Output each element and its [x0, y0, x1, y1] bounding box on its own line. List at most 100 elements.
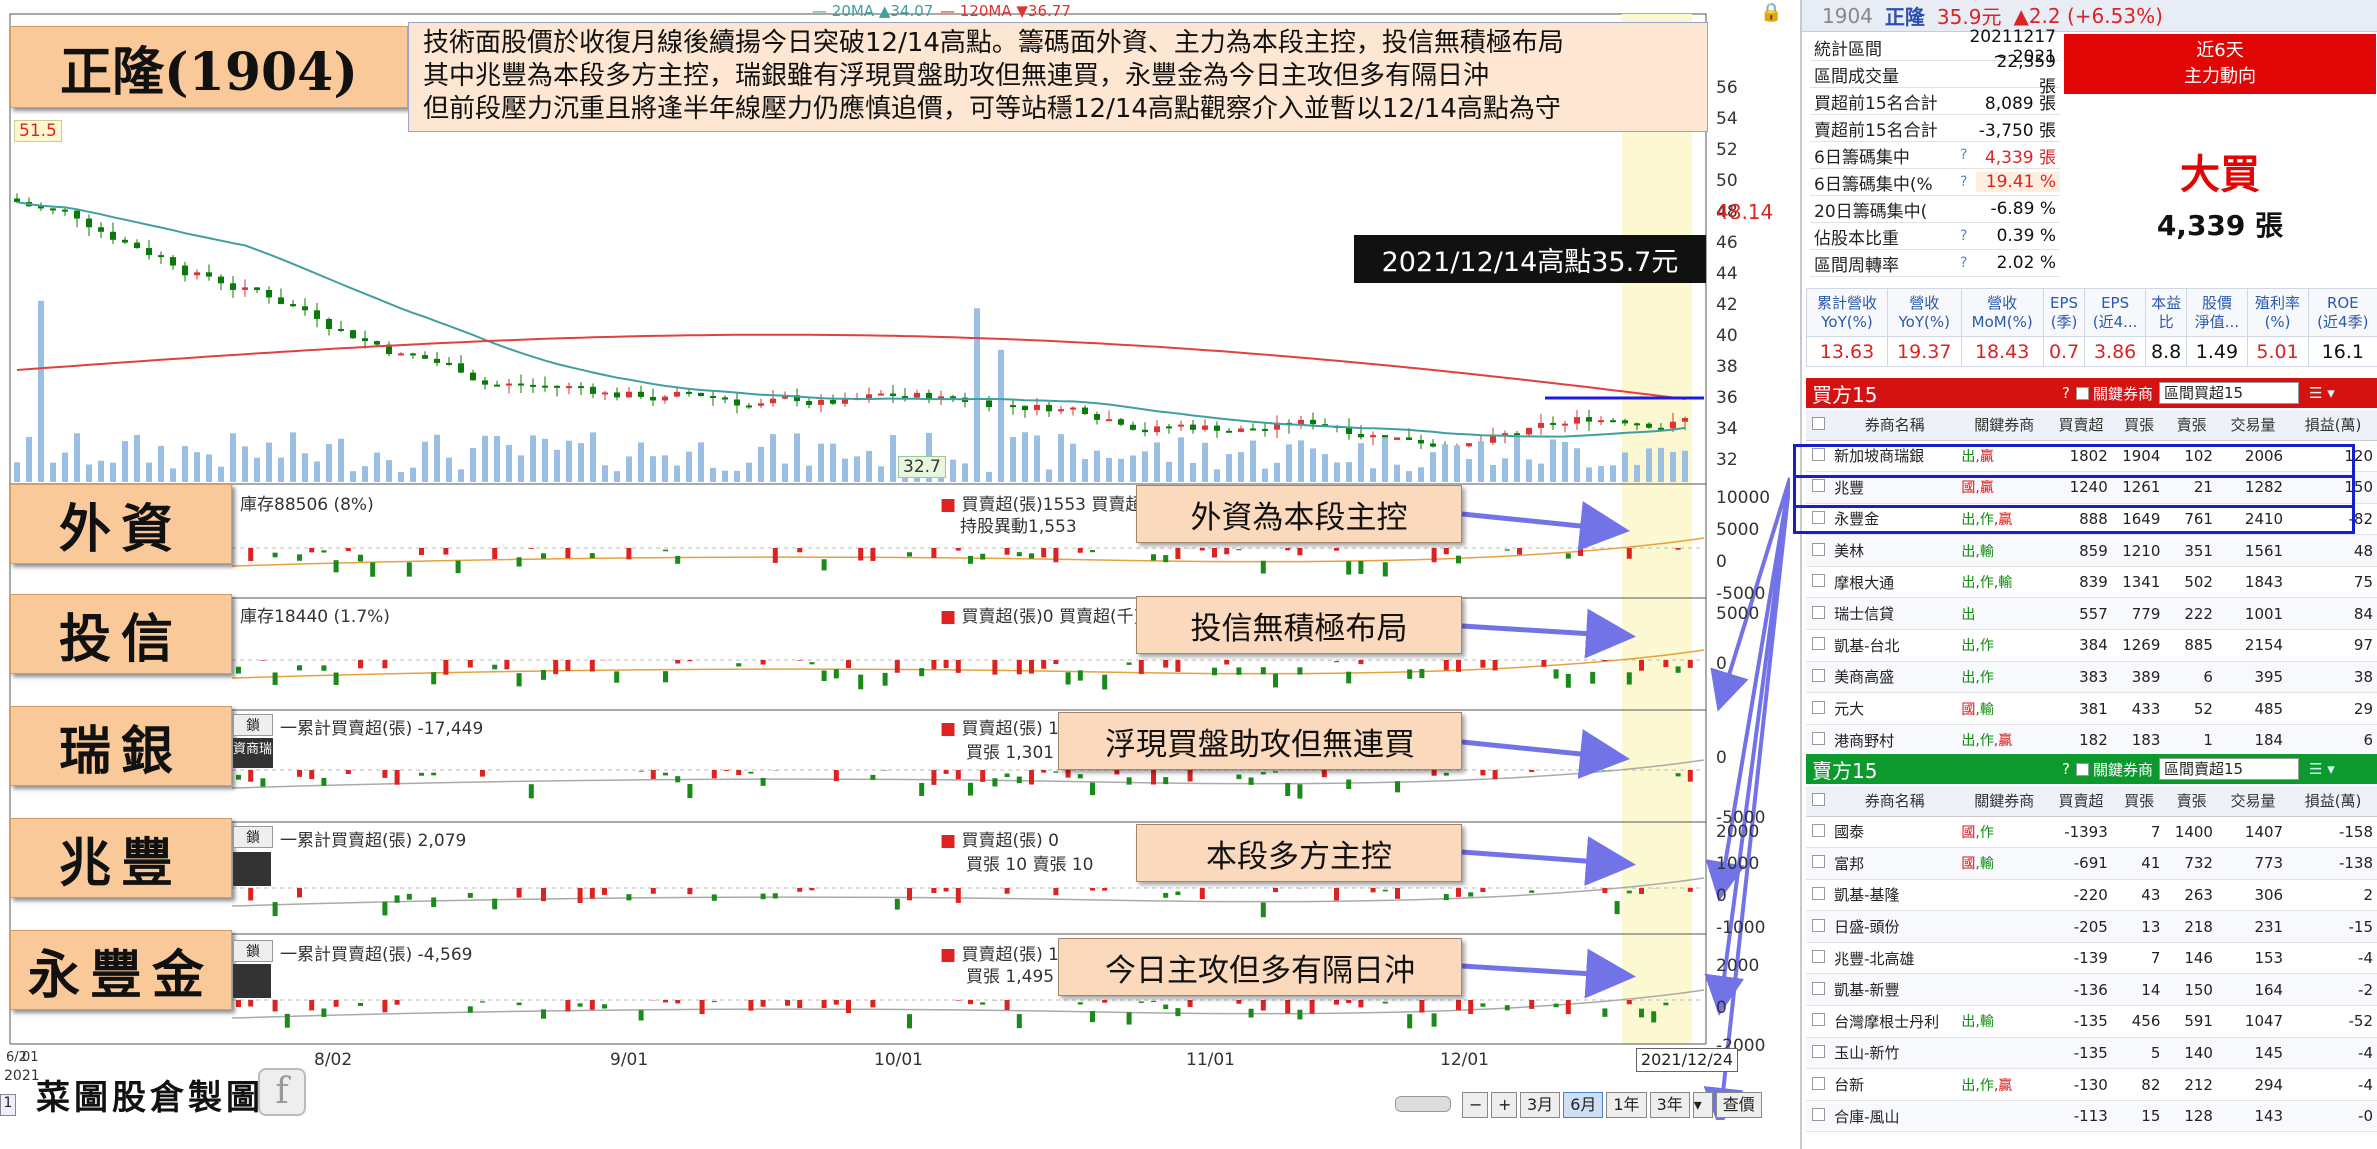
select-all-checkbox[interactable]: [1806, 786, 1831, 817]
buy-range-select[interactable]: 區間買超15: [2158, 382, 2299, 404]
broker-name[interactable]: 摩根大通: [1830, 566, 1960, 599]
broker-name[interactable]: 凱基-新豐: [1830, 973, 1960, 1007]
broker-name[interactable]: 凱基-基隆: [1830, 879, 1960, 912]
row-checkbox[interactable]: [1806, 629, 1831, 662]
lock-toggle-button[interactable]: 鎖: [233, 826, 273, 848]
help-icon[interactable]: ?: [1960, 174, 1976, 190]
broker-row[interactable]: 富邦 國,輸 -691 41 732 773 -138: [1806, 847, 2377, 880]
broker-row[interactable]: 玉山-新竹 -135 5 140 145 -4: [1806, 1037, 2377, 1070]
broker-name[interactable]: 元大: [1830, 692, 1960, 725]
broker-row[interactable]: 元大 國,輸 381 433 52 485 29: [1806, 692, 2377, 725]
flow-bar: [1041, 548, 1047, 558]
broker-row[interactable]: 凱基-台北 出,作 384 1269 885 2154 97: [1806, 629, 2377, 662]
list-icon[interactable]: ☰ ▾: [2309, 384, 2335, 402]
broker-name[interactable]: 合庫-風山: [1830, 1100, 1960, 1133]
row-checkbox[interactable]: [1806, 534, 1831, 567]
column-header[interactable]: 券商名稱: [1830, 410, 1960, 441]
list-icon[interactable]: ☰ ▾: [2309, 760, 2335, 778]
row-checkbox[interactable]: [1806, 973, 1831, 1007]
row-checkbox[interactable]: [1806, 910, 1831, 943]
flow-bar: [1431, 770, 1437, 776]
chart-area[interactable]: 🔒 — 20MA ▲34.07 — 120MA ▼36.77 56 54 52 50 4…: [0, 0, 1790, 1149]
lock-toggle-button[interactable]: 鎖: [233, 940, 273, 962]
page-indicator[interactable]: 1: [0, 1094, 16, 1116]
broker-number: 779: [2112, 597, 2166, 631]
row-checkbox[interactable]: [1806, 1005, 1831, 1038]
column-header[interactable]: 交易量: [2217, 786, 2289, 817]
broker-row[interactable]: 合庫-風山 -113 15 128 143 -0: [1806, 1100, 2377, 1133]
column-header[interactable]: 買張: [2112, 786, 2166, 817]
column-header[interactable]: 交易量: [2217, 410, 2289, 441]
broker-name[interactable]: 台新: [1830, 1068, 1960, 1101]
period-3y-button[interactable]: 3年: [1649, 1092, 1690, 1118]
stock-name[interactable]: 正隆: [1885, 1, 1925, 30]
row-checkbox[interactable]: [1806, 1037, 1831, 1070]
broker-name[interactable]: 日盛-頭份: [1830, 910, 1960, 943]
broker-row[interactable]: 瑞士信貸出 557 779 222 1001 84: [1806, 597, 2377, 631]
column-header[interactable]: 損益(萬): [2288, 410, 2377, 441]
row-checkbox[interactable]: [1806, 566, 1831, 599]
candle-body: [746, 405, 752, 408]
select-all-checkbox[interactable]: [1806, 410, 1831, 441]
broker-row[interactable]: 港商野村 出,作,贏 182 183 1 184 6: [1806, 724, 2377, 757]
broker-row[interactable]: 日盛-頭份 -205 13 218 231 -15: [1806, 910, 2377, 943]
help-icon[interactable]: ?: [1960, 147, 1976, 163]
row-checkbox[interactable]: [1806, 879, 1831, 912]
broker-name[interactable]: 美林: [1830, 534, 1960, 567]
lock-icon[interactable]: 🔒: [1760, 2, 1782, 23]
broker-row[interactable]: 美林 出,輸 859 1210 351 1561 48: [1806, 534, 2377, 567]
broker-row[interactable]: 凱基-新豐 -136 14 150 164 -2: [1806, 973, 2377, 1007]
column-header[interactable]: 賣張: [2165, 410, 2218, 441]
row-checkbox[interactable]: [1806, 692, 1831, 725]
lock-toggle-button[interactable]: 鎖: [233, 714, 273, 736]
broker-row[interactable]: 兆豐-北高雄 -139 7 146 153 -4: [1806, 942, 2377, 975]
broker-name[interactable]: 兆豐-北高雄: [1830, 942, 1960, 975]
key-broker-checkbox[interactable]: [2075, 386, 2089, 400]
column-header[interactable]: 券商名稱: [1830, 786, 1960, 817]
column-header[interactable]: 買賣超: [2049, 786, 2113, 817]
column-header[interactable]: 買賣超: [2049, 410, 2113, 441]
row-checkbox[interactable]: [1806, 661, 1831, 694]
broker-row[interactable]: 美商高盛 出,作 383 389 6 395 38: [1806, 661, 2377, 694]
query-price-button[interactable]: 查價: [1715, 1092, 1762, 1118]
broker-name[interactable]: 國泰: [1830, 816, 1960, 849]
broker-number: 773: [2217, 847, 2289, 880]
row-checkbox[interactable]: [1806, 724, 1831, 757]
row-checkbox[interactable]: [1806, 942, 1831, 975]
broker-row[interactable]: 台灣摩根士丹利 出,輸 -135 456 591 1047 -52: [1806, 1005, 2377, 1038]
column-header[interactable]: 賣張: [2165, 786, 2218, 817]
row-checkbox[interactable]: [1806, 816, 1831, 849]
broker-name[interactable]: 台灣摩根士丹利: [1830, 1005, 1960, 1038]
column-header[interactable]: 買張: [2112, 410, 2166, 441]
facebook-icon[interactable]: f: [258, 1068, 306, 1116]
broker-name[interactable]: 港商野村: [1830, 724, 1960, 757]
column-header[interactable]: 關鍵券商: [1959, 410, 2050, 441]
broker-row[interactable]: 摩根大通 出,作,輸 839 1341 502 1843 75: [1806, 566, 2377, 599]
broker-row[interactable]: 凱基-基隆 -220 43 263 306 2: [1806, 879, 2377, 912]
broker-name[interactable]: 美商高盛: [1830, 661, 1960, 694]
chevron-down-icon[interactable]: ▾: [1692, 1092, 1713, 1118]
column-header[interactable]: 損益(萬): [2288, 786, 2377, 817]
broker-name[interactable]: 玉山-新竹: [1830, 1037, 1960, 1070]
help-icon[interactable]: ?: [2062, 760, 2070, 778]
row-checkbox[interactable]: [1806, 1100, 1831, 1133]
broker-row[interactable]: 台新 出,作,贏 -130 82 212 294 -4: [1806, 1068, 2377, 1101]
column-header[interactable]: 關鍵券商: [1959, 786, 2050, 817]
period-1y-button[interactable]: 1年: [1606, 1092, 1647, 1118]
row-checkbox[interactable]: [1806, 597, 1831, 631]
help-icon[interactable]: ?: [1960, 255, 1976, 271]
key-broker-checkbox[interactable]: [2075, 762, 2089, 776]
zoom-out-icon[interactable]: −: [1462, 1092, 1488, 1118]
broker-name[interactable]: 凱基-台北: [1830, 629, 1960, 662]
help-icon[interactable]: ?: [2062, 384, 2070, 402]
broker-name[interactable]: 瑞士信貸: [1830, 597, 1960, 631]
zoom-in-icon[interactable]: +: [1491, 1092, 1517, 1118]
period-3m-button[interactable]: 3月: [1520, 1092, 1561, 1118]
row-checkbox[interactable]: [1806, 1068, 1831, 1101]
sell-range-select[interactable]: 區間賣超15: [2158, 758, 2299, 780]
broker-row[interactable]: 國泰 國,作 -1393 7 1400 1407 -158: [1806, 816, 2377, 849]
period-6m-button[interactable]: 6月: [1563, 1092, 1604, 1118]
row-checkbox[interactable]: [1806, 847, 1831, 880]
broker-name[interactable]: 富邦: [1830, 847, 1960, 880]
help-icon[interactable]: ?: [1960, 228, 1976, 244]
